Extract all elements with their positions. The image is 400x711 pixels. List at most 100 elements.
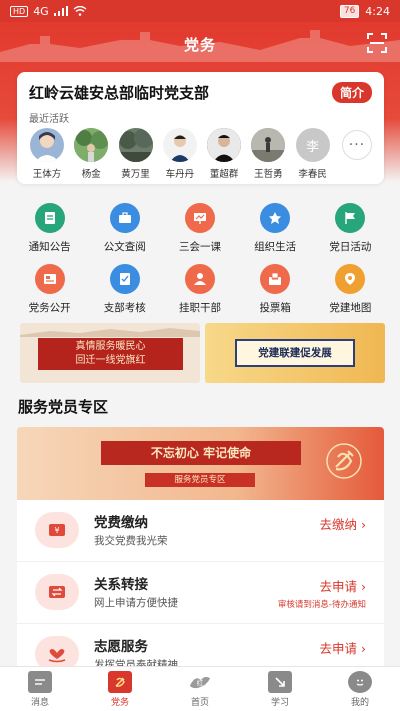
feature-party-day[interactable]: 党日活动	[313, 203, 388, 254]
wifi-icon	[73, 6, 87, 16]
service-desc: 网上申请方便快捷	[94, 597, 178, 609]
nav-label: 消息	[30, 697, 49, 708]
feature-label: 支部考核	[103, 302, 146, 314]
clock: 4:24	[365, 4, 390, 18]
ballot-box-icon	[260, 264, 291, 294]
feature-label: 组织生活	[254, 241, 297, 253]
feature-label: 三会一课	[178, 241, 221, 253]
avatar	[30, 128, 64, 162]
recent-active-label: 最近活跃	[29, 114, 69, 125]
service-title: 关系转接	[94, 577, 148, 593]
feature-organization[interactable]: 组织生活	[238, 203, 313, 254]
branch-card: 红岭云雄安总部临时党支部 简介 最近活跃 王体方 杨金 黄万里 车丹丹 董超群 …	[17, 72, 384, 184]
profile-icon	[348, 670, 372, 693]
banner-slogan: 真情服务暖民心 回迁一线党旗红	[38, 338, 183, 370]
party-emblem-icon	[326, 443, 362, 479]
svg-text:¥: ¥	[54, 526, 59, 535]
tab-profile[interactable]: 我的	[330, 670, 390, 708]
feature-label: 挂职干部	[178, 302, 221, 314]
bulletin-icon	[34, 264, 65, 294]
feature-party-affairs[interactable]: 党务公开	[12, 264, 87, 315]
service-title: 党费缴纳	[94, 515, 148, 531]
presentation-icon	[184, 203, 215, 233]
section-title: 服务党员专区	[18, 398, 109, 416]
member-name: 杨金	[81, 169, 101, 180]
banner-service[interactable]: 真情服务暖民心 回迁一线党旗红	[20, 323, 200, 383]
member-item[interactable]: 杨金	[71, 128, 111, 180]
service-action-link[interactable]: 去申请 ›	[320, 638, 366, 657]
battery-icon: 76	[339, 4, 360, 18]
service-row-dues[interactable]: ¥ 党费缴纳 我交党费我光荣 去缴纳 ›	[17, 500, 384, 562]
more-members[interactable]: ···	[337, 128, 377, 180]
organization-icon	[260, 203, 291, 233]
avatar	[162, 128, 197, 162]
service-action-link[interactable]: 去申请 ›	[320, 576, 366, 595]
nav-label: 学习	[270, 697, 289, 708]
nav-label: 我的	[350, 697, 369, 708]
nav-label: 首页	[190, 697, 209, 708]
avatar: 李	[295, 128, 330, 162]
notice-icon	[34, 203, 65, 233]
feature-ballot[interactable]: 投票箱	[238, 264, 313, 315]
member-item[interactable]: 黄万里	[116, 128, 156, 180]
member-item[interactable]: 王哲勇	[248, 128, 288, 180]
map-pin-icon	[335, 264, 366, 294]
member-name: 车丹丹	[165, 169, 195, 180]
network-label: 4G	[33, 4, 49, 18]
feature-cadre[interactable]: 挂职干部	[162, 264, 237, 315]
member-name: 王体方	[32, 169, 62, 180]
svg-text:红: 红	[197, 677, 204, 686]
bottom-nav: 消息 党务 红 首页 学习 我的	[0, 666, 400, 711]
avatar	[74, 128, 109, 162]
feature-documents[interactable]: 公文查阅	[87, 203, 162, 254]
party-icon	[108, 670, 132, 693]
service-action-link[interactable]: 去缴纳 ›	[320, 514, 366, 533]
banner-co-building[interactable]: 党建联建促发展	[205, 323, 385, 383]
nav-label: 党务	[110, 697, 129, 708]
member-item[interactable]: 车丹丹	[160, 128, 200, 180]
member-item[interactable]: 王体方	[27, 128, 67, 180]
service-panel: 不忘初心 牢记使命 服务党员专区 ¥ 党费缴纳 我交党费我光荣 去缴纳 › 关系…	[17, 427, 384, 677]
member-list: 王体方 杨金 黄万里 车丹丹 董超群 王哲勇 李 李春民 ···	[27, 128, 377, 180]
briefcase-icon	[109, 203, 140, 233]
service-banner: 不忘初心 牢记使命 服务党员专区	[17, 427, 384, 500]
assessment-icon	[109, 264, 140, 294]
hd-badge: HD	[10, 5, 29, 17]
wallet-icon: ¥	[35, 512, 79, 548]
avatar	[118, 128, 153, 162]
slogan-line: 真情服务暖民心	[75, 341, 146, 352]
member-name: 黄万里	[121, 169, 150, 180]
service-desc: 我交党费我光荣	[94, 535, 168, 547]
tab-study[interactable]: 学习	[250, 670, 310, 708]
member-item[interactable]: 董超群	[204, 128, 244, 180]
service-note: 审核请到消息-待办通知	[277, 600, 366, 610]
tab-party[interactable]: 党务	[90, 670, 150, 708]
avatar	[207, 128, 242, 162]
home-icon: 红	[188, 671, 212, 693]
slogan-line: 回迁一线党旗红	[75, 355, 146, 366]
branch-name: 红岭云雄安总部临时党支部	[29, 84, 210, 102]
avatar	[251, 128, 286, 162]
feature-label: 党务公开	[28, 302, 71, 314]
feature-label: 投票箱	[259, 302, 291, 314]
member-name: 李春民	[298, 169, 327, 180]
member-name: 董超群	[209, 169, 239, 180]
status-bar: HD 4G 76 4:24	[0, 0, 400, 22]
tab-messages[interactable]: 消息	[10, 670, 70, 708]
feature-party-map[interactable]: 党建地图	[313, 264, 388, 315]
service-row-transfer[interactable]: 关系转接 网上申请方便快捷 去申请 › 审核请到消息-待办通知	[17, 562, 384, 624]
page-title: 党务	[183, 36, 216, 54]
scan-icon[interactable]	[366, 32, 388, 54]
member-item[interactable]: 李 李春民	[293, 128, 333, 180]
feature-meetings[interactable]: 三会一课	[162, 203, 237, 254]
more-icon: ···	[341, 130, 372, 160]
feature-label: 党建地图	[329, 302, 372, 314]
flag-icon	[335, 203, 366, 233]
intro-button[interactable]: 简介	[331, 82, 372, 103]
member-name: 王哲勇	[254, 169, 283, 180]
transfer-icon	[35, 574, 79, 610]
feature-notice[interactable]: 通知公告	[12, 203, 87, 254]
feature-assessment[interactable]: 支部考核	[87, 264, 162, 315]
study-icon	[268, 670, 292, 693]
tab-home[interactable]: 红 首页	[170, 671, 230, 708]
